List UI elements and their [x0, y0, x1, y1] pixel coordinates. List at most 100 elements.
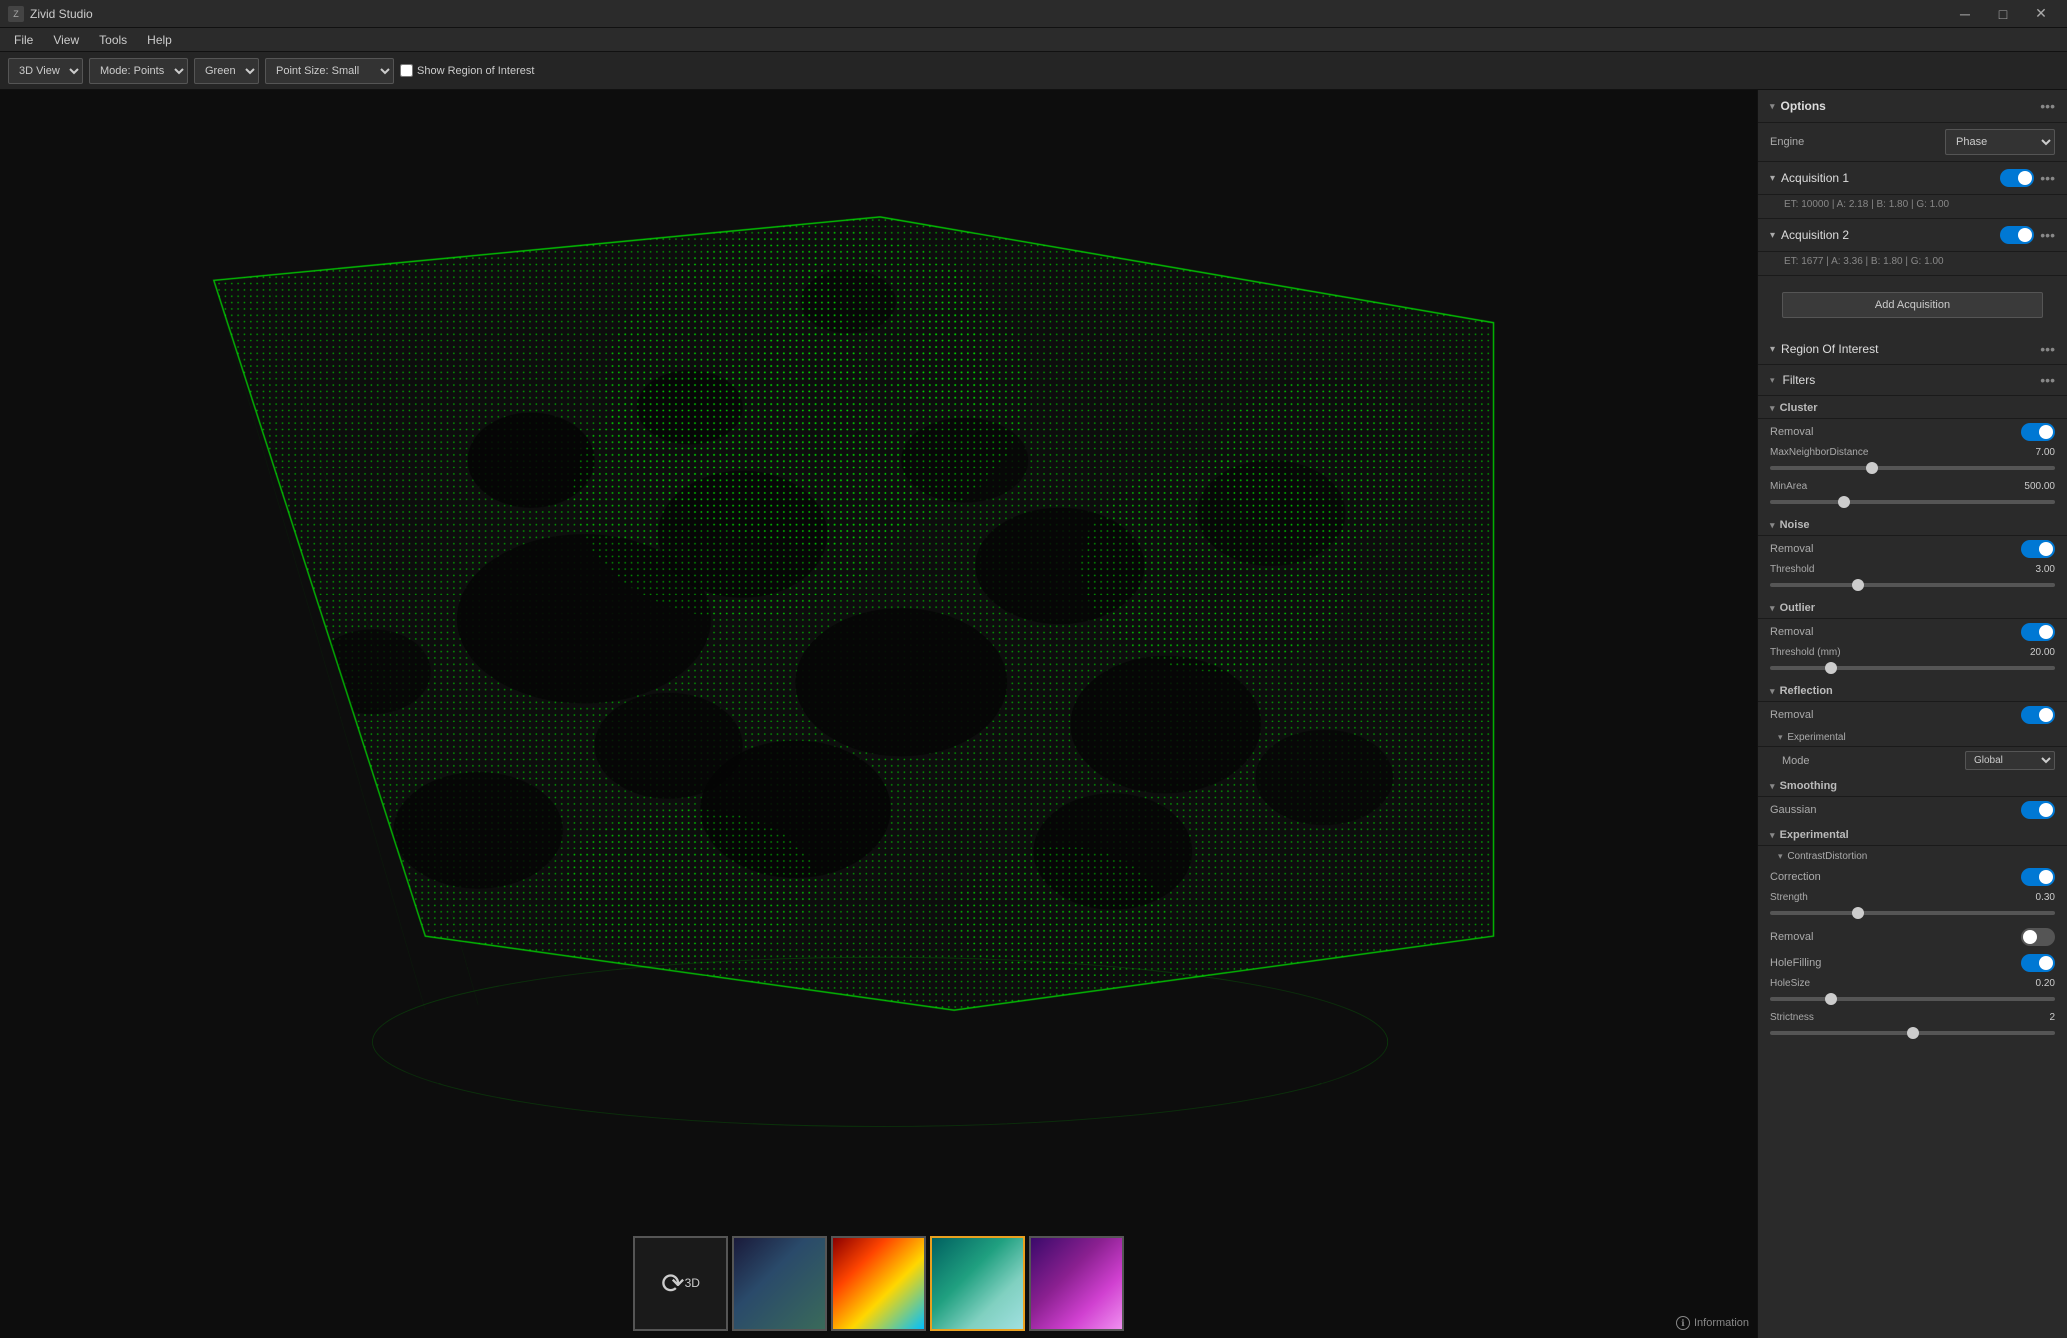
reflection-experimental-row: ▾ Experimental [1758, 728, 2067, 747]
hole-size-slider-row: HoleSize 0.20 [1758, 976, 2067, 1010]
titlebar: Z Zivid Studio ─ □ ✕ [0, 0, 2067, 28]
strictness-input[interactable] [1770, 1031, 2055, 1035]
noise-removal-toggle[interactable] [2021, 540, 2055, 558]
strictness-value: 2 [2049, 1012, 2055, 1023]
point-size-select[interactable]: Point Size: Small Point Size: Medium Poi… [265, 58, 394, 84]
main-layout: ⟳ 3D ℹ Information ▾ Options ••• [0, 90, 2067, 1338]
outlier-removal-slider [2021, 623, 2055, 641]
view-mode-select[interactable]: 3D View 2D View [8, 58, 83, 84]
show-roi-text: Show Region of Interest [417, 65, 534, 77]
engine-label: Engine [1770, 136, 1804, 148]
show-roi-checkbox[interactable] [400, 64, 413, 77]
3d-icon: ⟳ [661, 1267, 684, 1300]
cluster-header: ▾ Cluster [1758, 396, 2067, 419]
noise-removal-label: Removal [1770, 543, 1813, 555]
render-mode-select[interactable]: Mode: Points Mode: Mesh [89, 58, 188, 84]
minimize-button[interactable]: ─ [1947, 0, 1983, 28]
min-area-value: 500.00 [2024, 481, 2055, 492]
reflection-mode-select[interactable]: Global Local [1965, 751, 2055, 770]
correction-row: Correction [1758, 864, 2067, 890]
smoothing-header: ▾ Smoothing [1758, 774, 2067, 797]
hole-size-input[interactable] [1770, 997, 2055, 1001]
menu-file[interactable]: File [4, 31, 43, 49]
smoothing-gaussian-row: Gaussian [1758, 797, 2067, 823]
thumbnail-3d[interactable]: ⟳ 3D [633, 1236, 728, 1331]
filters-dots[interactable]: ••• [2040, 372, 2055, 388]
roi-title: Region Of Interest [1781, 342, 2034, 356]
thumbnail-2[interactable] [831, 1236, 926, 1331]
experimental-header: ▾ Experimental [1758, 823, 2067, 846]
roi-header[interactable]: ▾ Region Of Interest ••• [1758, 334, 2067, 365]
engine-select[interactable]: Phase Stripe Omni [1945, 129, 2055, 155]
acq1-toggle[interactable] [2000, 169, 2034, 187]
menu-tools[interactable]: Tools [89, 31, 137, 49]
acquisition1-header[interactable]: ▾ Acquisition 1 ••• [1758, 162, 2067, 195]
menu-view[interactable]: View [43, 31, 89, 49]
acq2-toggle[interactable] [2000, 226, 2034, 244]
noise-threshold-value: 3.00 [2036, 564, 2055, 575]
filters-header[interactable]: ▾ Filters ••• [1758, 365, 2067, 396]
info-icon: ℹ [1676, 1316, 1690, 1330]
engine-row: Engine Phase Stripe Omni [1758, 123, 2067, 162]
filters-title: Filters [1783, 373, 2035, 387]
menubar: File View Tools Help [0, 28, 2067, 52]
correction-slider [2021, 868, 2055, 886]
options-chevron: ▾ [1770, 101, 1775, 112]
acq2-title: Acquisition 2 [1781, 228, 1994, 242]
max-neighbor-distance-value: 7.00 [2036, 447, 2055, 458]
menu-help[interactable]: Help [137, 31, 182, 49]
strength-slider-row: Strength 0.30 [1758, 890, 2067, 924]
hole-filling-toggle[interactable] [2021, 954, 2055, 972]
acq2-dots[interactable]: ••• [2040, 227, 2055, 243]
reflection-removal-toggle[interactable] [2021, 706, 2055, 724]
noise-removal-slider [2021, 540, 2055, 558]
min-area-input[interactable] [1770, 500, 2055, 504]
acquisition2-header[interactable]: ▾ Acquisition 2 ••• [1758, 219, 2067, 252]
show-roi-label[interactable]: Show Region of Interest [400, 64, 534, 77]
options-menu-dots[interactable]: ••• [2040, 98, 2055, 114]
reflection-header: ▾ Reflection [1758, 679, 2067, 702]
outlier-removal-label: Removal [1770, 626, 1813, 638]
correction-toggle[interactable] [2021, 868, 2055, 886]
cluster-removal-label: Removal [1770, 426, 1813, 438]
outlier-removal-row: Removal [1758, 619, 2067, 645]
roi-chevron: ▾ [1770, 344, 1775, 355]
outlier-threshold-input[interactable] [1770, 666, 2055, 670]
cluster-removal-slider [2021, 423, 2055, 441]
cluster-removal-toggle[interactable] [2021, 423, 2055, 441]
strength-label: Strength [1770, 892, 1808, 903]
thumbnail-3[interactable] [930, 1236, 1025, 1331]
roi-dots[interactable]: ••• [2040, 341, 2055, 357]
max-neighbor-distance-input[interactable] [1770, 466, 2055, 470]
min-area-label: MinArea [1770, 481, 1807, 492]
maximize-button[interactable]: □ [1985, 0, 2021, 28]
noise-threshold-label: Threshold [1770, 564, 1814, 575]
acq2-chevron: ▾ [1770, 230, 1775, 241]
hole-filling-row: HoleFilling [1758, 950, 2067, 976]
noise-removal-row: Removal [1758, 536, 2067, 562]
strength-input[interactable] [1770, 911, 2055, 915]
correction-label: Correction [1770, 871, 1821, 883]
cd-removal-label: Removal [1770, 931, 1813, 943]
outlier-removal-toggle[interactable] [2021, 623, 2055, 641]
color-select[interactable]: Green RGB Depth [194, 58, 259, 84]
acq1-dots[interactable]: ••• [2040, 170, 2055, 186]
acq1-title: Acquisition 1 [1781, 171, 1994, 185]
thumbnail-4[interactable] [1029, 1236, 1124, 1331]
smoothing-gaussian-toggle[interactable] [2021, 801, 2055, 819]
contrast-distortion-label: ▾ ContrastDistortion [1778, 851, 1867, 862]
add-acquisition-button[interactable]: Add Acquisition [1782, 292, 2043, 318]
cd-removal-toggle[interactable] [2021, 928, 2055, 946]
viewport[interactable]: ⟳ 3D ℹ Information [0, 90, 1757, 1338]
options-header[interactable]: ▾ Options ••• [1758, 90, 2067, 123]
contrast-distortion-label-row: ▾ ContrastDistortion [1758, 846, 2067, 864]
app-icon: Z [8, 6, 24, 22]
strength-value: 0.30 [2036, 892, 2055, 903]
pointcloud-visualization [0, 90, 1757, 1338]
close-button[interactable]: ✕ [2023, 0, 2059, 28]
noise-threshold-input[interactable] [1770, 583, 2055, 587]
add-acquisition-container: Add Acquisition [1758, 276, 2067, 334]
acq1-slider [2000, 169, 2034, 187]
acq1-chevron: ▾ [1770, 173, 1775, 184]
thumbnail-1[interactable] [732, 1236, 827, 1331]
